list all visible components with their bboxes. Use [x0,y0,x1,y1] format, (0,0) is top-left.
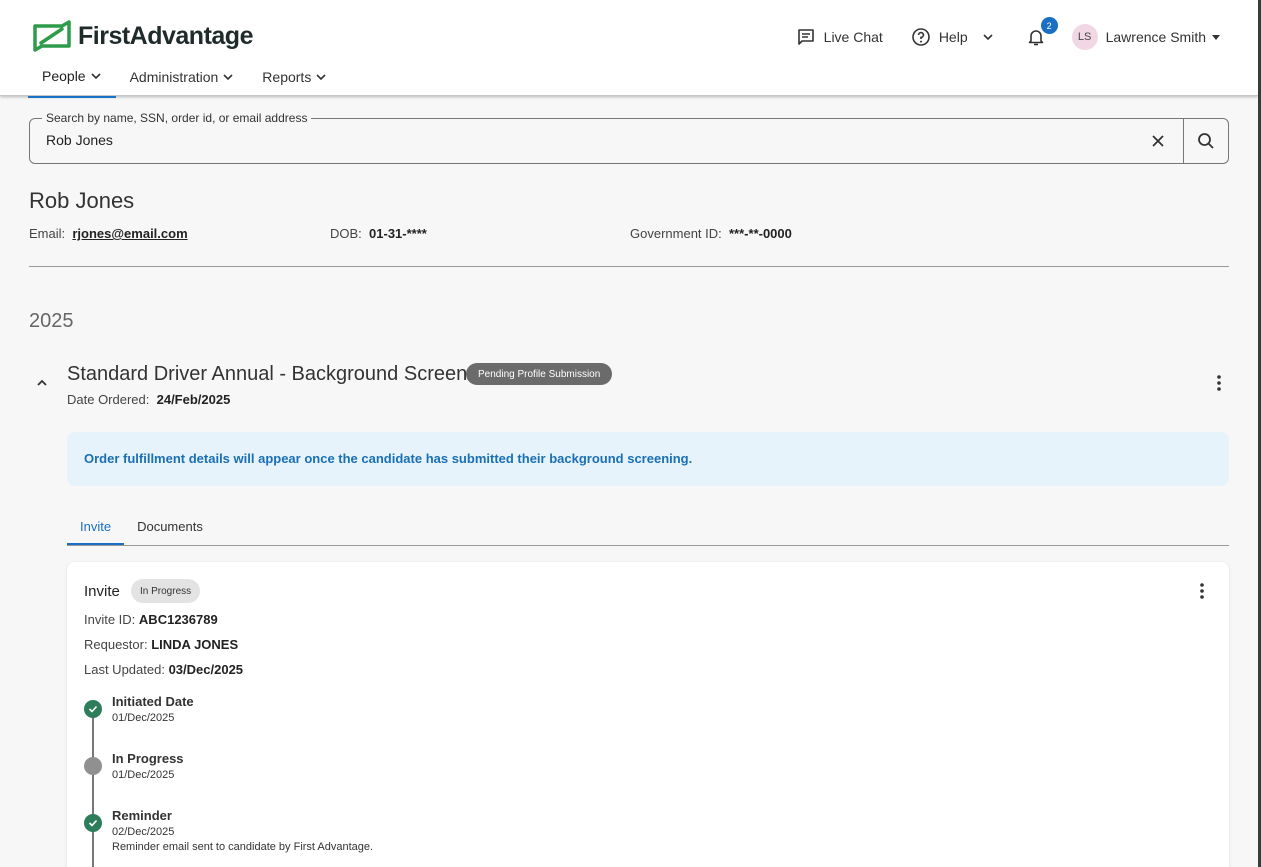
check-circle-icon [84,814,102,832]
timeline-step-title: Initiated Date [112,694,194,709]
check-icon [88,705,98,713]
brand-name: FirstAdvantage [78,21,253,50]
nav-item-label: Reports [262,69,312,85]
tab-documents[interactable]: Documents [124,512,216,545]
nav-item-administration[interactable]: Administration [116,58,249,98]
check-circle-icon [84,700,102,718]
chevron-down-icon [91,73,101,80]
chevron-up-icon[interactable] [34,375,50,391]
invite-id-label: Invite ID: [84,612,136,627]
search-icon[interactable] [1196,131,1216,151]
chevron-down-icon [223,74,233,81]
timeline-step-date: 01/Dec/2025 [112,769,175,781]
last-updated-value: 03/Dec/2025 [168,662,244,677]
search-input[interactable] [46,132,1126,148]
nav-item-label: People [42,68,86,84]
gov-id-meta: Government ID: ***-**-0000 [630,226,792,241]
timeline-step-title: Reminder [112,808,172,823]
invite-id-value: ABC1236789 [138,612,218,627]
email-meta: Email: rjones@email.com [29,226,188,241]
year-heading: 2025 [29,310,74,332]
email-link[interactable]: rjones@email.com [72,226,187,241]
app-header: FirstAdvantage People Administration Rep… [0,0,1258,98]
live-chat-label: Live Chat [823,29,883,45]
notification-count-badge: 2 [1040,17,1058,34]
invite-card: Invite In Progress Invite ID: ABC1236789… [67,562,1229,867]
page-title: Rob Jones [29,188,135,213]
more-options-icon[interactable] [1209,373,1229,393]
timeline-step-title: In Progress [112,751,184,766]
tab-bar: Invite Documents [67,512,1229,546]
close-icon[interactable] [1148,131,1168,151]
main-nav: People Administration Reports [28,58,341,98]
requestor-value: LINDA JONES [151,637,239,652]
email-label: Email: [29,226,66,241]
status-badge: In Progress [131,579,201,603]
order-date: Date Ordered: 24/Feb/2025 [67,392,230,407]
timeline-step-date: 02/Dec/2025 [112,826,175,838]
order-title: Standard Driver Annual - Background Scre… [67,363,468,385]
gov-id-label: Government ID: [630,226,722,241]
caret-down-icon[interactable] [1210,31,1222,43]
chat-icon [797,29,814,45]
chevron-down-icon [316,74,326,81]
help-button[interactable]: Help [911,27,994,47]
nav-item-people[interactable]: People [28,58,116,98]
invite-card-title: Invite [84,583,120,600]
help-icon [912,28,930,46]
timeline-step-note: Reminder email sent to candidate by Firs… [112,841,374,853]
nav-item-reports[interactable]: Reports [248,58,341,98]
invite-id: Invite ID: ABC1236789 [84,612,218,627]
user-name[interactable]: Lawrence Smith [1106,29,1206,45]
gov-id-value: ***-**-0000 [729,226,792,241]
status-badge: Pending Profile Submission [466,363,613,385]
avatar[interactable]: LS [1071,24,1098,50]
live-chat-button[interactable]: Live Chat [796,27,883,47]
more-options-icon[interactable] [1192,581,1212,601]
header-actions: Live Chat Help 2 LS Lawrence Smith [768,17,1222,54]
brand-logo[interactable]: FirstAdvantage [32,20,253,52]
search-divider [1183,119,1184,163]
last-updated-label: Last Updated: [84,662,165,677]
notifications-button[interactable]: 2 [1026,17,1058,47]
search-field: Search by name, SSN, order id, or email … [29,111,1229,164]
info-banner: Order fulfillment details will appear on… [67,432,1229,486]
dob-value: 01-31-**** [369,226,427,241]
tab-invite[interactable]: Invite [67,512,125,545]
invite-last-updated: Last Updated: 03/Dec/2025 [84,662,243,677]
search-label: Search by name, SSN, order id, or email … [42,111,312,125]
timeline-step-date: 01/Dec/2025 [112,712,175,724]
dob-label: DOB: [330,226,362,241]
help-label: Help [938,29,968,45]
invite-requestor: Requestor: LINDA JONES [84,637,238,652]
nav-item-label: Administration [129,69,219,85]
requestor-label: Requestor: [84,637,148,652]
order-date-label: Date Ordered: [67,392,150,407]
divider [29,266,1229,267]
first-advantage-logo-icon [33,20,71,52]
dob-meta: DOB: 01-31-**** [330,226,427,241]
timeline-connector [92,708,94,867]
pending-circle-icon [84,757,102,775]
chevron-down-icon [983,34,993,41]
order-date-value: 24/Feb/2025 [156,392,231,407]
check-icon [88,819,98,827]
